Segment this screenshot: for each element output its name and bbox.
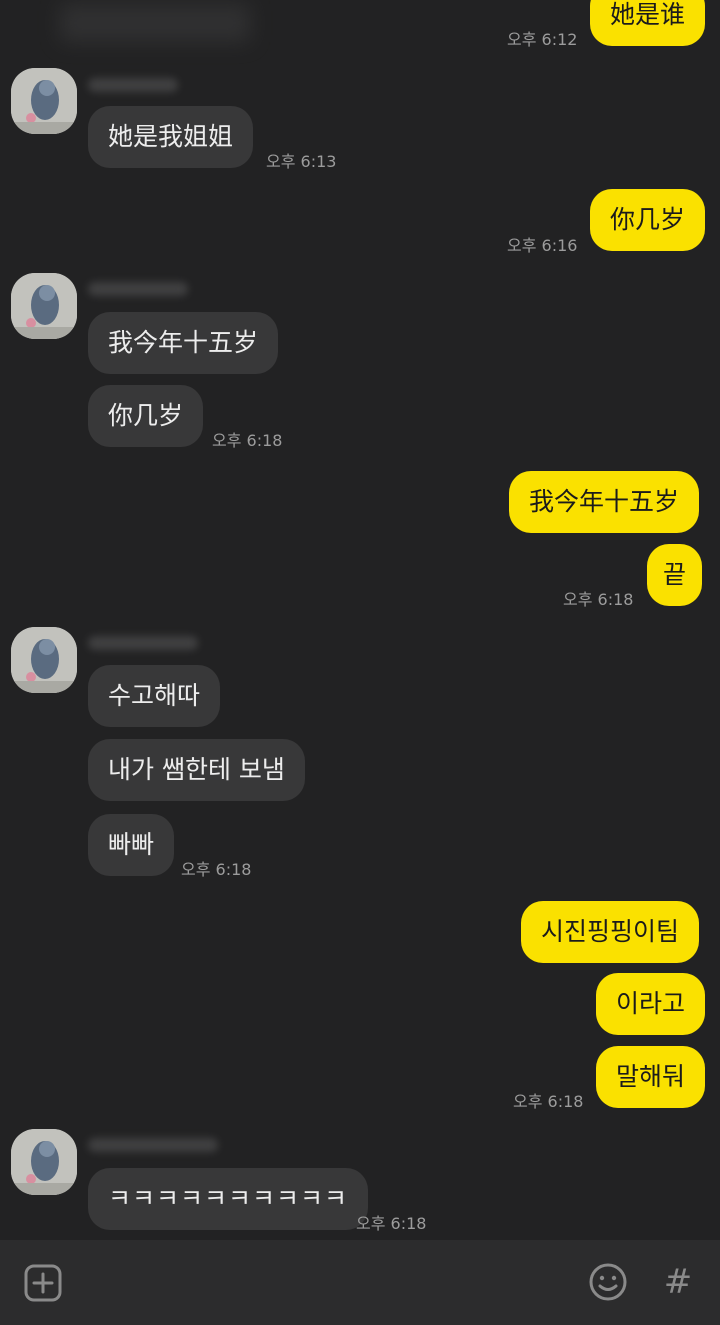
message-timestamp: 오후 6:13 <box>266 152 337 171</box>
plus-square-icon <box>24 1264 62 1302</box>
incoming-message[interactable]: 내가 쌤한테 보냄 <box>88 739 305 801</box>
avatar[interactable] <box>11 68 77 134</box>
outgoing-message[interactable]: 你几岁 <box>590 189 706 251</box>
outgoing-message[interactable]: 시진핑핑이팀 <box>521 901 700 963</box>
outgoing-message[interactable]: 她是谁 <box>590 0 706 46</box>
outgoing-message[interactable]: 이라고 <box>596 973 706 1035</box>
smiley-icon <box>589 1263 627 1301</box>
outgoing-message[interactable]: 我今年十五岁 <box>509 471 700 533</box>
add-button[interactable] <box>21 1261 65 1305</box>
incoming-message[interactable]: 我今年十五岁 <box>88 312 279 374</box>
blurred-sender-name <box>88 78 178 92</box>
message-timestamp: 오후 6:12 <box>507 30 578 49</box>
incoming-message[interactable]: 빠빠 <box>88 814 175 876</box>
blurred-sender-name <box>88 636 198 650</box>
incoming-message[interactable]: 수고해따 <box>88 665 221 727</box>
outgoing-message[interactable]: 말해둬 <box>596 1046 706 1108</box>
outgoing-message[interactable]: 끝 <box>647 544 703 606</box>
input-bar: # <box>0 1240 720 1325</box>
incoming-message[interactable]: 你几岁 <box>88 385 204 447</box>
message-timestamp: 오후 6:18 <box>356 1214 427 1233</box>
message-timestamp: 오후 6:18 <box>513 1092 584 1111</box>
hashtag-icon: # <box>663 1262 693 1302</box>
incoming-message[interactable]: 她是我姐姐 <box>88 106 254 168</box>
chat-screen: 她是谁 오후 6:12 她是我姐姐 오후 6:13 你几岁 오후 6:16 我今… <box>0 0 720 1325</box>
avatar[interactable] <box>11 627 77 693</box>
message-list[interactable]: 她是谁 오후 6:12 她是我姐姐 오후 6:13 你几岁 오후 6:16 我今… <box>0 0 720 1240</box>
incoming-message[interactable]: ㅋㅋㅋㅋㅋㅋㅋㅋㅋㅋ <box>88 1168 369 1230</box>
message-timestamp: 오후 6:18 <box>181 860 252 879</box>
blurred-sender-name <box>60 4 250 42</box>
avatar[interactable] <box>11 273 77 339</box>
emoji-button[interactable] <box>586 1260 630 1304</box>
message-timestamp: 오후 6:18 <box>563 590 634 609</box>
message-timestamp: 오후 6:18 <box>212 431 283 450</box>
avatar[interactable] <box>11 1129 77 1195</box>
hashtag-button[interactable]: # <box>656 1260 700 1304</box>
blurred-sender-name <box>88 282 188 296</box>
blurred-sender-name <box>88 1138 218 1152</box>
message-timestamp: 오후 6:16 <box>507 236 578 255</box>
